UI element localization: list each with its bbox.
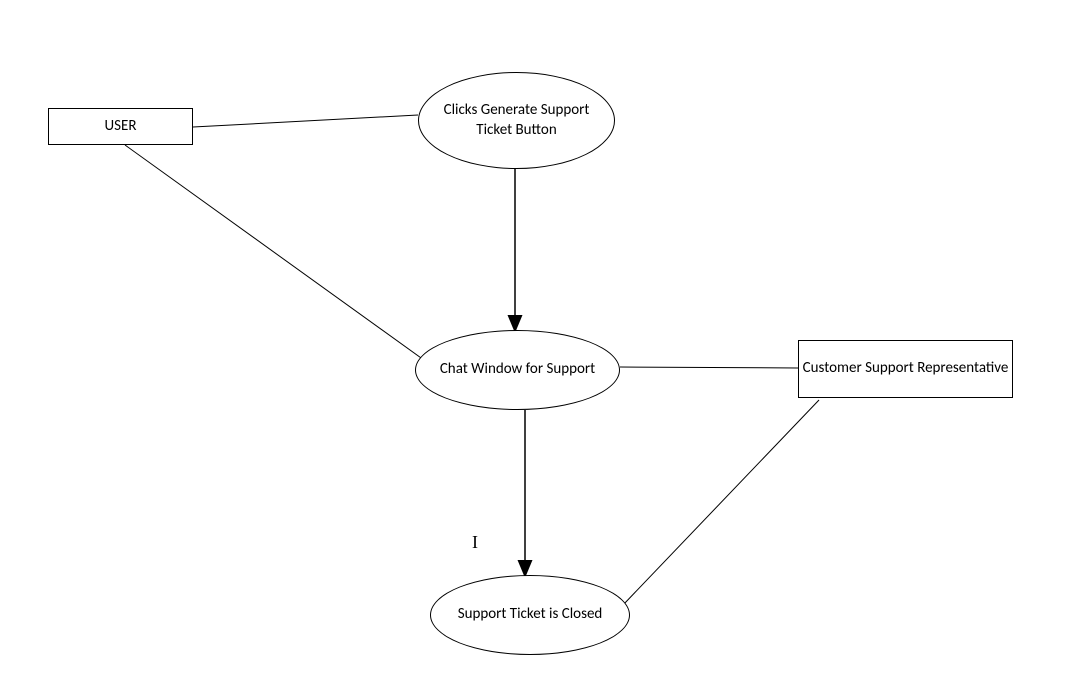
node-clicks-generate: Clicks Generate Support Ticket Button: [418, 72, 615, 169]
node-ticket-closed-label: Support Ticket is Closed: [458, 605, 603, 625]
text-cursor-ibeam: I: [472, 532, 478, 553]
node-user: USER: [48, 108, 193, 145]
edge-user-to-clicks: [193, 115, 418, 127]
node-chat-window: Chat Window for Support: [415, 330, 620, 410]
node-customer-rep: Customer Support Representative: [798, 340, 1013, 398]
node-clicks-generate-label: Clicks Generate Support Ticket Button: [433, 101, 600, 140]
edge-rep-to-closed: [623, 400, 819, 605]
node-chat-window-label: Chat Window for Support: [440, 360, 595, 380]
edge-chat-to-rep: [620, 367, 798, 368]
edge-user-to-chat: [125, 145, 435, 368]
node-user-label: USER: [105, 117, 137, 137]
node-customer-rep-label: Customer Support Representative: [803, 359, 1009, 379]
node-ticket-closed: Support Ticket is Closed: [430, 575, 630, 655]
